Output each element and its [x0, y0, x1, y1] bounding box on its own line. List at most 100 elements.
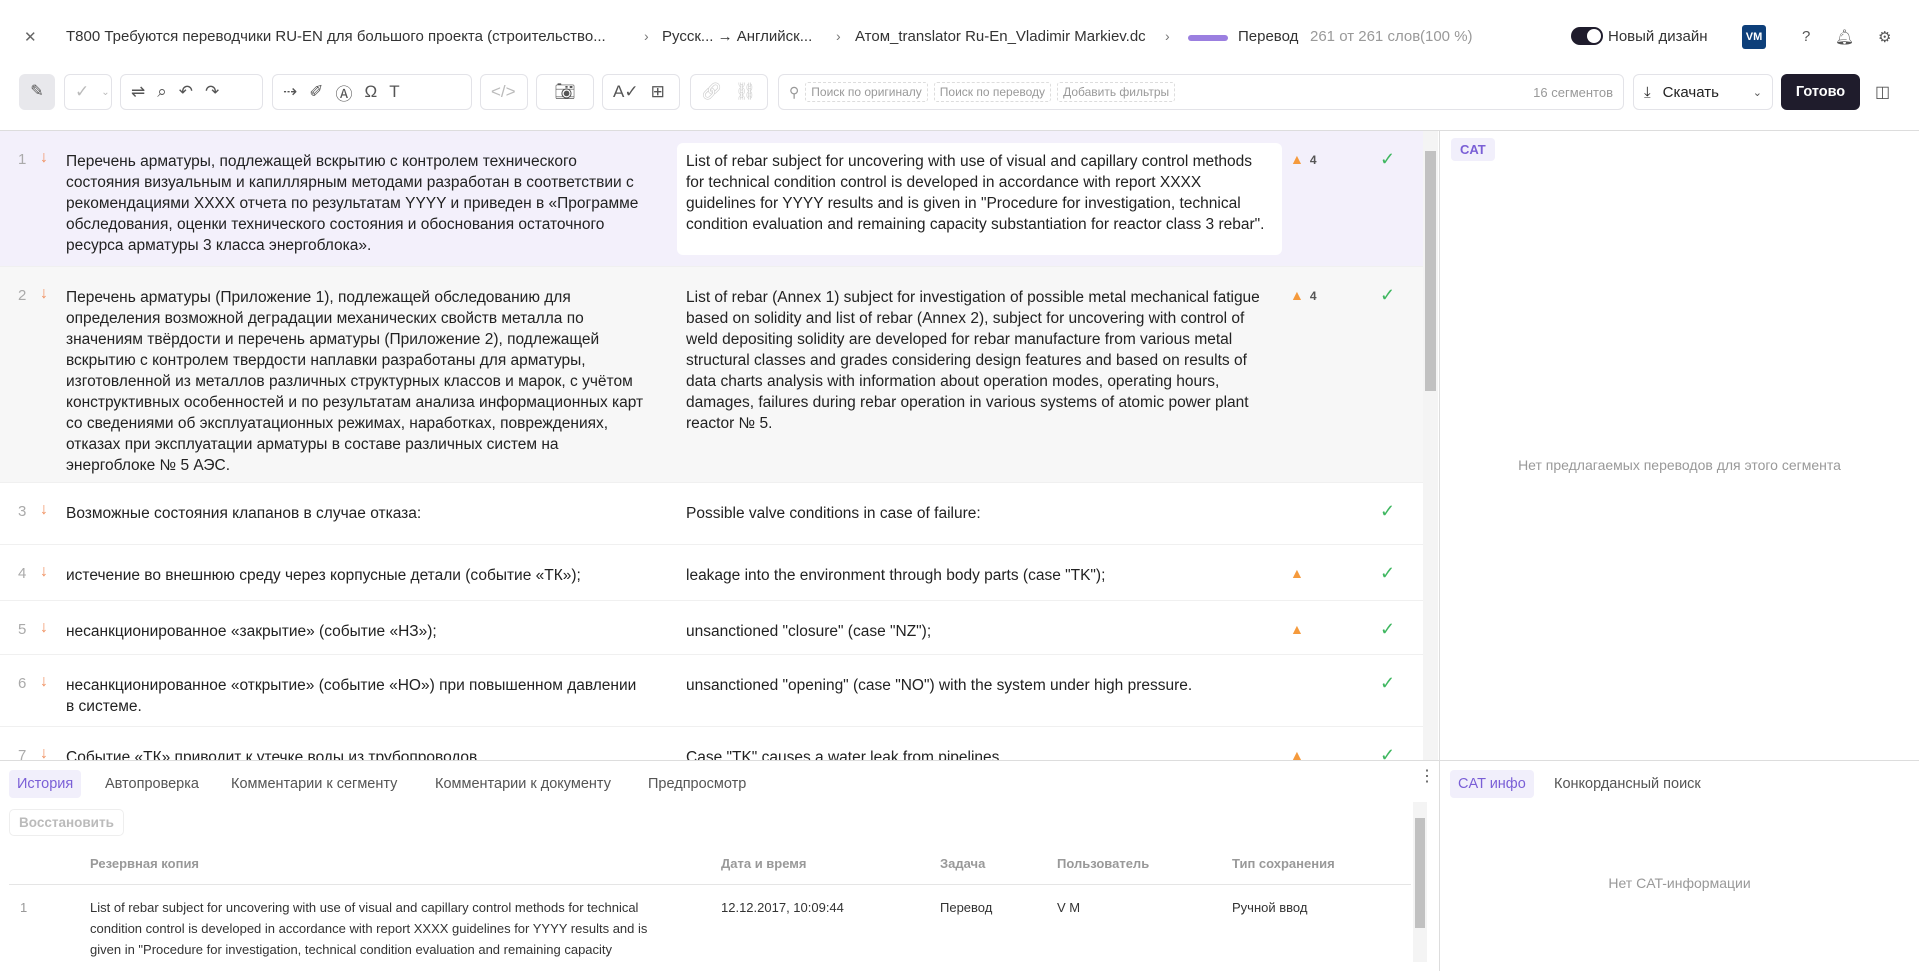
column-header-date: Дата и время — [721, 856, 807, 871]
tab-document-comments[interactable]: Комментарии к документу — [427, 770, 619, 798]
arrow-down-icon: ↓ — [40, 619, 48, 636]
tab-cat-info[interactable]: CAT инфо — [1450, 770, 1534, 798]
segment-target[interactable]: unsanctioned "closure" (case "NZ"); — [686, 621, 1266, 642]
warning-icon[interactable]: ▲ 4 — [1290, 151, 1317, 167]
arrow-down-icon: ↓ — [40, 285, 48, 302]
close-icon[interactable]: ✕ — [24, 28, 37, 46]
add-filters-button[interactable]: Добавить фильтры — [1057, 82, 1176, 102]
confirm-button[interactable]: ✓ ⌄ — [64, 74, 112, 110]
restore-button[interactable]: Восстановить — [9, 809, 124, 836]
confirmed-check-icon[interactable]: ✓ — [1380, 501, 1395, 522]
done-button[interactable]: Готово — [1781, 74, 1860, 110]
download-icon: ⤓ — [1644, 83, 1651, 101]
segments-count: 16 сегментов — [1533, 84, 1613, 100]
history-save-type: Ручной ввод — [1232, 900, 1308, 915]
text-size-icon[interactable]: T — [389, 82, 399, 102]
new-design-toggle[interactable] — [1571, 27, 1603, 45]
segment-target[interactable]: Case "TK" causes a water leak from pipel… — [686, 747, 1266, 760]
search-icon: ⚲ — [789, 83, 800, 100]
spellcheck-icon[interactable]: A✓ — [613, 82, 639, 102]
column-header-backup: Резервная копия — [90, 856, 200, 871]
segment-scrollbar[interactable] — [1423, 131, 1438, 760]
link-group: 🔗︎ ⛓ — [690, 74, 768, 110]
history-text: List of rebar subject for uncovering wit… — [90, 900, 648, 957]
confirmed-check-icon[interactable]: ✓ — [1380, 563, 1395, 584]
segment-row[interactable]: 3 ↓ Возможные состояния клапанов в случае… — [0, 483, 1423, 545]
confirmed-check-icon[interactable]: ✓ — [1380, 673, 1395, 694]
tags-icon[interactable]: </> — [480, 74, 528, 110]
arrow-down-icon: ↓ — [40, 745, 48, 760]
bell-icon[interactable]: 🔔︎ — [1835, 28, 1854, 46]
breadcrumb-languages[interactable]: Русск... → Английск... — [662, 28, 812, 45]
segment-row[interactable]: 6 ↓ несанкционированное «открытие» (событ… — [0, 655, 1423, 727]
help-icon[interactable]: ? — [1802, 28, 1810, 45]
link-icon[interactable]: 🔗︎ — [701, 82, 723, 102]
breadcrumb-project[interactable]: T800 Требуются переводчики RU-EN для бол… — [66, 28, 626, 45]
more-options-icon[interactable]: ⋮ — [1419, 766, 1435, 786]
format-toolbar-group: ⇢ ✐ Ⓐ Ω T — [272, 74, 472, 110]
segment-source: несанкционированное «открытие» (событие … — [66, 677, 637, 715]
chevron-right-icon: › — [1165, 28, 1170, 44]
tab-autocheck[interactable]: Автопроверка — [97, 770, 207, 798]
segment-source: Перечень арматуры (Приложение 1), подлеж… — [66, 289, 644, 474]
undo-icon[interactable]: ↶ — [179, 82, 193, 102]
confirmed-check-icon[interactable]: ✓ — [1380, 285, 1395, 306]
settings-icon[interactable]: ⚙ — [1878, 28, 1891, 46]
wrap-icon[interactable]: ⇌ — [131, 82, 145, 102]
download-dropdown-icon[interactable]: ⌄ — [1753, 86, 1762, 99]
chevron-right-icon: › — [836, 28, 841, 44]
arrow-down-icon: ↓ — [40, 501, 48, 518]
tab-concordance[interactable]: Конкордансный поиск — [1546, 770, 1709, 798]
qa-icon[interactable]: ⊞ — [651, 82, 665, 102]
unlink-icon[interactable]: ⛓ — [735, 82, 757, 102]
segment-target[interactable]: leakage into the environment through bod… — [686, 565, 1266, 586]
avatar[interactable]: VM — [1742, 25, 1766, 49]
segment-target-editor[interactable]: List of rebar subject for uncovering wit… — [686, 151, 1266, 235]
segment-source: Событие «ТК» приводит к утечке воды из т… — [66, 749, 482, 760]
edit-mode-button[interactable]: ✎ — [19, 74, 55, 110]
cat-tab[interactable]: CAT — [1451, 138, 1495, 161]
segment-target[interactable]: unsanctioned "opening" (case "NO") with … — [686, 675, 1266, 696]
breadcrumb-document[interactable]: Атом_translator Ru-En_Vladimir Markiev.d… — [855, 28, 1145, 45]
search-translation-input[interactable]: Поиск по переводу — [933, 82, 1052, 102]
segment-row[interactable]: 7 ↓ Событие «ТК» приводит к утечке воды и… — [0, 727, 1423, 760]
copy-source-icon[interactable]: ⇢ — [283, 82, 297, 102]
segment-row[interactable]: 4 ↓ истечение во внешнюю среду через корп… — [0, 545, 1423, 601]
warning-icon[interactable]: ▲ — [1290, 621, 1304, 637]
history-task: Перевод — [940, 900, 993, 915]
segment-source: Возможные состояния клапанов в случае от… — [66, 505, 422, 522]
cat-empty-message: Нет предлагаемых переводов для этого сег… — [1518, 457, 1841, 473]
segment-row[interactable]: 1 ↓ Перечень арматуры, подлежащей вскрыти… — [0, 131, 1423, 267]
tab-history[interactable]: История — [9, 770, 82, 798]
tab-segment-comments[interactable]: Комментарии к сегменту — [223, 770, 405, 798]
top-bar: ✕ T800 Требуются переводчики RU-EN для б… — [0, 0, 1919, 75]
new-design-label: Новый дизайн — [1608, 28, 1708, 45]
warning-icon[interactable]: ▲ — [1290, 747, 1304, 760]
download-button[interactable]: ⤓ Скачать ⌄ — [1633, 74, 1773, 110]
confirmed-check-icon[interactable]: ✓ — [1380, 619, 1395, 640]
history-scrollbar[interactable] — [1413, 802, 1427, 962]
find-replace-icon[interactable]: ⌕ — [157, 82, 167, 102]
layout-icon[interactable]: ◫ — [1875, 82, 1890, 102]
redo-icon[interactable]: ↷ — [205, 82, 219, 102]
segment-target[interactable]: List of rebar (Annex 1) subject for inve… — [686, 287, 1266, 434]
confirmed-check-icon[interactable]: ✓ — [1380, 149, 1395, 170]
case-icon[interactable]: Ⓐ — [336, 80, 353, 105]
warning-icon[interactable]: ▲ 4 — [1290, 287, 1317, 303]
spellcheck-group: A✓ ⊞ — [602, 74, 680, 110]
warning-icon[interactable]: ▲ — [1290, 565, 1304, 581]
clear-icon[interactable]: ✐ — [309, 82, 323, 102]
camera-icon[interactable]: 📷︎ — [536, 74, 594, 110]
tab-preview[interactable]: Предпросмотр — [640, 770, 754, 798]
segment-row[interactable]: 5 ↓ несанкционированное «закрытие» (событ… — [0, 601, 1423, 655]
segment-source: истечение во внешнюю среду через корпусн… — [66, 567, 581, 584]
stage-label: Перевод — [1238, 28, 1299, 45]
confirmed-check-icon[interactable]: ✓ — [1380, 745, 1395, 760]
segment-target[interactable]: Possible valve conditions in case of fai… — [686, 503, 1266, 524]
segment-row[interactable]: 2 ↓ Перечень арматуры (Приложение 1), под… — [0, 267, 1423, 483]
special-chars-icon[interactable]: Ω — [365, 82, 378, 102]
edit-toolbar-group: ⇌ ⌕ ↶ ↷ — [120, 74, 263, 110]
search-original-input[interactable]: Поиск по оригиналу — [805, 82, 928, 102]
arrow-down-icon: ↓ — [40, 673, 48, 690]
search-bar: ⚲ Поиск по оригиналу Поиск по переводу Д… — [778, 74, 1624, 110]
